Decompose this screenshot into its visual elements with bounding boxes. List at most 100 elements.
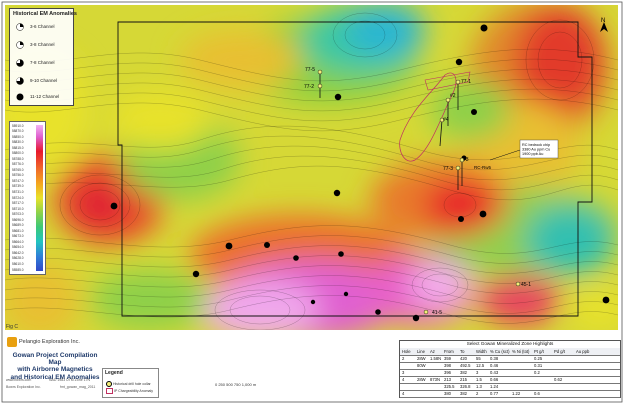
hole-label-77-2: 77-2 xyxy=(304,84,314,90)
em-anomaly[interactable] xyxy=(458,216,464,222)
table-cell: 0.38 xyxy=(490,355,499,361)
company-logo-icon xyxy=(7,337,17,347)
table-cell: 0.43 xyxy=(490,369,499,375)
symbol-legend-item: IP Chargeability Anomaly xyxy=(106,388,153,394)
table-cell: 28W xyxy=(417,355,426,361)
table-header-cell: % Cu (sct) xyxy=(490,348,510,354)
colorbar-tick-label: 58739.0 xyxy=(12,184,24,189)
colorbar-tick-label: 58696.0 xyxy=(12,217,24,222)
map-page: RC bedrock chip 3380 Au ppm Cu 1900 ppb … xyxy=(0,0,624,404)
colorbar-tick-label: 58815.0 xyxy=(12,145,24,150)
em-anomaly[interactable] xyxy=(412,314,420,322)
table-cell: 213 xyxy=(444,376,451,382)
em-anomaly[interactable] xyxy=(455,58,463,66)
colorbar-tick-label: 58776.0 xyxy=(12,162,24,167)
em-anomaly[interactable] xyxy=(264,242,270,248)
table-cell: 873N xyxy=(430,376,441,382)
colorbar-tick-label: 58642.0 xyxy=(12,250,24,255)
table-cell: 0.77 xyxy=(490,390,499,396)
em-anomaly[interactable] xyxy=(334,93,342,101)
symbol-legend-title: Legend xyxy=(105,370,123,376)
em-anomaly[interactable] xyxy=(110,202,118,210)
table-cell: 2 xyxy=(402,355,405,361)
em-legend-label: 3-6 Channel xyxy=(30,24,55,29)
em-legend-label: 3-8 Channel xyxy=(30,42,55,47)
em-symbol-icon xyxy=(16,23,24,31)
table-cell: 380 xyxy=(444,390,451,396)
highlights-table: Select Gowan Mineralized Zone Highlights… xyxy=(399,340,621,398)
table-cell: 55 xyxy=(476,355,481,361)
table-cell: 420 xyxy=(460,355,467,361)
em-anomaly[interactable] xyxy=(225,242,233,250)
hole-label-77-5: 77-5 xyxy=(305,67,315,73)
colorbar-tick-label: 58628.0 xyxy=(12,256,24,261)
colorbar-tick-label: 58910.0 xyxy=(12,123,24,128)
em-anomaly[interactable] xyxy=(338,251,344,257)
table-header-cell: Hole xyxy=(402,348,411,354)
callout-line-1: RC bedrock chip xyxy=(522,143,550,147)
hole-label-41-5: 41-5 xyxy=(432,310,442,316)
table-cell: 0.31 xyxy=(534,362,543,368)
em-anomaly[interactable] xyxy=(293,255,299,261)
em-symbol-icon xyxy=(16,41,24,49)
table-cell: 382 xyxy=(460,369,467,375)
map-title-line: Gowan Project Compilation Map xyxy=(12,352,98,367)
drill-collar[interactable] xyxy=(317,83,323,89)
colorbar-tick-label: 58800.0 xyxy=(12,151,24,156)
colorbar-tick-label: 58747.0 xyxy=(12,178,24,183)
symbol-legend: Legend Historical drill hole collar IP C… xyxy=(102,368,159,398)
table-cell: 1.22 xyxy=(512,390,521,396)
table-cell: 396 xyxy=(444,369,451,375)
table-cell: 382 xyxy=(460,390,467,396)
title-block-url: www.bowrs.com xyxy=(6,378,32,382)
drill-collar[interactable] xyxy=(455,79,461,85)
em-legend-item: 7-8 Channel xyxy=(16,59,74,69)
hole-label-4: #4 xyxy=(443,117,449,123)
map-title-line: with Airborne Magnetics xyxy=(17,366,93,374)
em-legend-title: Historical EM Anomalies xyxy=(13,11,77,17)
em-anomaly[interactable] xyxy=(602,296,610,304)
symbol-legend-item: Historical drill hole collar xyxy=(106,381,151,387)
colorbar-tick-label: 58788.0 xyxy=(12,156,24,161)
table-header-cell: Pd g/t xyxy=(554,348,565,354)
em-anomaly[interactable] xyxy=(471,109,477,115)
svg-text:N: N xyxy=(601,18,605,24)
table-row: 4 380 382 2 0.77 1.22 0.6 xyxy=(400,390,620,398)
drill-collar[interactable] xyxy=(317,69,323,75)
drill-collar[interactable] xyxy=(515,281,521,287)
colorbar-tick-label: 58681.0 xyxy=(12,228,24,233)
drill-collar-icon xyxy=(106,381,112,387)
colorbar-tick-label: 58585.0 xyxy=(12,267,24,272)
colorbar-tick-label: 58756.0 xyxy=(12,173,24,178)
hole-label-77-1: 77-1 xyxy=(461,79,471,85)
callout-line-3: 1900 ppb Au xyxy=(522,152,543,156)
drill-collar[interactable] xyxy=(423,309,429,315)
table-cell: 325.5 xyxy=(444,383,455,389)
em-anomaly[interactable] xyxy=(375,309,381,315)
table-cell: 0.46 xyxy=(490,362,499,368)
em-anomaly[interactable] xyxy=(333,189,341,197)
em-legend-label: 7-8 Channel xyxy=(30,60,55,65)
drill-collar[interactable] xyxy=(455,165,461,171)
colorbar-tick-label: 58850.0 xyxy=(12,134,24,139)
table-header-cell: To xyxy=(460,348,465,354)
hole-label-77-3: 77-3 xyxy=(443,166,453,172)
table-cell: 0.6 xyxy=(534,390,540,396)
colorbar-tick-label: 58654.0 xyxy=(12,245,24,250)
em-anomaly[interactable] xyxy=(310,299,316,305)
em-anomaly[interactable] xyxy=(343,291,349,297)
table-cell: 0.66 xyxy=(490,376,499,382)
table-header-cell: Pt g/t xyxy=(534,348,544,354)
colorbar-tick-label: 58610.0 xyxy=(12,261,24,266)
hole-label-45-1: 45-1 xyxy=(521,282,531,288)
em-anomaly[interactable] xyxy=(479,210,487,218)
callout-line-2: 3380 Au ppm Cu xyxy=(522,148,550,152)
colorbar-tick-label: 58710.0 xyxy=(12,206,24,211)
colorbar-tick-label: 58724.0 xyxy=(12,195,24,200)
scale-bar: 0 250 500 750 1,000 m xyxy=(215,382,257,387)
magnetics-colorbar: 58910.0 58870.0 58850.0 58830.0 58815.0 58800… xyxy=(9,121,46,275)
em-anomaly[interactable] xyxy=(480,24,488,32)
colorbar-tick-label: 58664.0 xyxy=(12,239,24,244)
table-header-cell: From xyxy=(444,348,454,354)
em-anomaly[interactable] xyxy=(192,270,200,278)
